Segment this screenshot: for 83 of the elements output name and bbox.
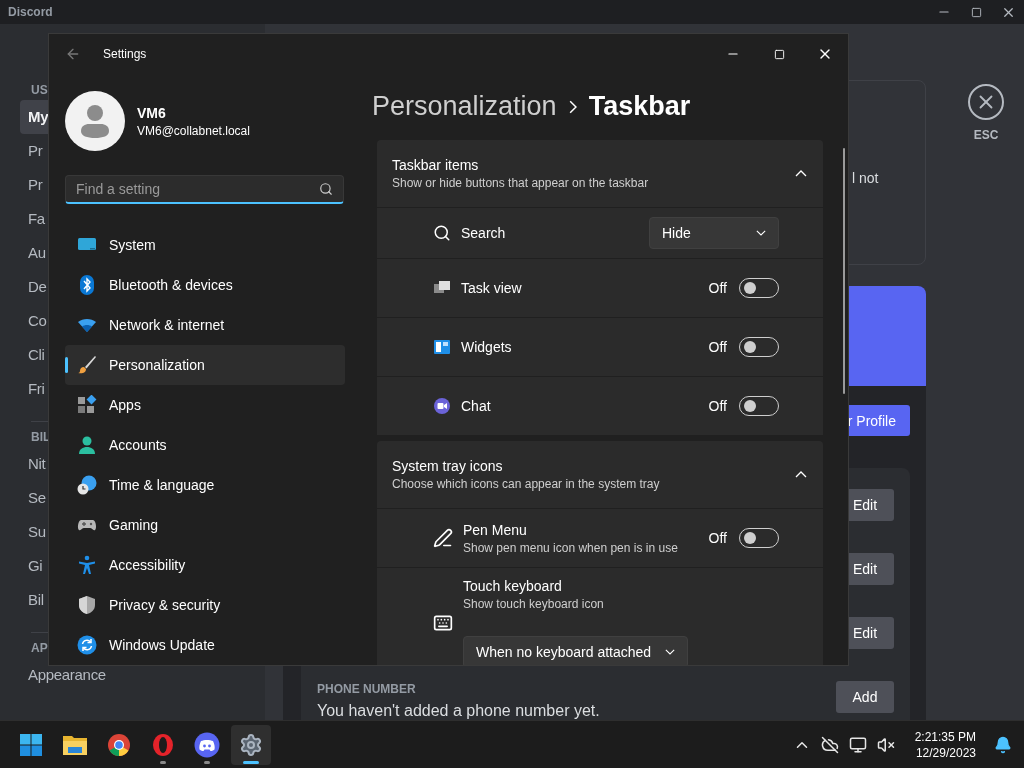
avatar xyxy=(65,91,125,151)
chevron-up-icon xyxy=(795,471,807,478)
search-input[interactable]: Find a setting xyxy=(76,181,319,197)
dropdown[interactable]: When no keyboard attached xyxy=(463,636,688,665)
search-field[interactable]: Find a setting xyxy=(65,175,344,204)
section-header: US xyxy=(30,82,48,99)
bluetooth-icon xyxy=(77,275,97,295)
shield-icon xyxy=(77,595,97,615)
section-subtitle: Choose which icons can appear in the system tray xyxy=(392,477,660,491)
taskbar-button[interactable] xyxy=(231,724,271,765)
cloud-off-icon[interactable] xyxy=(820,735,839,754)
search-icon xyxy=(433,224,451,242)
nav-item[interactable]: Time & language xyxy=(65,465,345,505)
notice-text: l not xyxy=(852,170,879,186)
page-title: Taskbar xyxy=(588,91,691,122)
field-value: You haven't added a phone number yet. xyxy=(317,702,600,720)
chevron-down-icon xyxy=(665,649,675,655)
chevron-up-icon xyxy=(795,170,807,177)
section-subtitle: Show or hide buttons that appear on the taskbar xyxy=(392,176,649,190)
accessibility-figure-icon xyxy=(77,555,97,575)
ring-o-icon xyxy=(151,732,175,757)
clock[interactable]: 2:21:35 PM 12/29/2023 xyxy=(914,728,976,761)
browser-circle-icon xyxy=(107,732,131,757)
user-name: VM6 xyxy=(137,104,167,121)
setting-label: Pen Menu xyxy=(463,521,528,538)
setting-description: Show pen menu icon when pen is in use xyxy=(463,540,678,555)
section-header: AP xyxy=(30,640,48,657)
toggle-status: Off xyxy=(708,398,727,414)
setting-label: Task view xyxy=(461,280,522,296)
game-controller-circle-icon xyxy=(194,731,220,758)
field-label: PHONE NUMBER xyxy=(317,682,417,696)
toggle-status: Off xyxy=(708,339,727,355)
scrollbar[interactable] xyxy=(843,148,845,394)
toggle-status: Off xyxy=(708,530,727,546)
globe-clock-icon xyxy=(77,475,97,495)
setting-label: Touch keyboard xyxy=(463,578,563,594)
nav-item[interactable]: Accounts xyxy=(65,425,345,465)
add-button[interactable]: Add xyxy=(836,681,894,713)
user-email: VM6@collabnet.local xyxy=(137,123,250,138)
nav-item[interactable]: Bluetooth & devices xyxy=(65,265,345,305)
nav-item[interactable]: System xyxy=(65,225,345,265)
breadcrumb-link[interactable]: Personalization xyxy=(372,91,557,122)
dropdown[interactable]: Hide xyxy=(649,217,779,249)
monitor-icon[interactable] xyxy=(848,735,867,754)
section-header[interactable]: System tray icons Choose which icons can appear in the system tray xyxy=(377,441,823,508)
nav-item[interactable]: Gaming xyxy=(65,505,345,545)
sync-icon xyxy=(77,635,97,655)
widgets-icon xyxy=(433,338,451,356)
search-icon xyxy=(319,182,333,196)
section-title: Taskbar items xyxy=(392,157,480,173)
toggle-status: Off xyxy=(708,280,727,296)
chevron-down-icon xyxy=(756,230,766,236)
person-icon xyxy=(77,435,97,455)
keyboard-icon xyxy=(433,613,453,633)
setting-label: Chat xyxy=(461,398,491,414)
nav-item[interactable]: Windows Update xyxy=(65,625,345,665)
maximize-icon xyxy=(773,48,785,60)
section-header: BIL xyxy=(30,429,51,446)
nav-item[interactable]: Accessibility xyxy=(65,545,345,585)
nav-item[interactable]: Apps xyxy=(65,385,345,425)
setting-description: Show touch keyboard icon xyxy=(463,597,605,611)
nav-item[interactable]: Privacy & security xyxy=(65,585,345,625)
section-header[interactable]: Taskbar items Show or hide buttons that appear on the taskbar xyxy=(377,140,823,207)
esc-label: ESC xyxy=(973,128,999,142)
selection-indicator xyxy=(65,357,68,373)
close-button[interactable] xyxy=(968,84,1004,120)
setting-label: Search xyxy=(461,225,506,241)
gear-icon xyxy=(239,732,263,757)
maximize-icon xyxy=(970,6,982,18)
nav-item[interactable]: Network & internet xyxy=(65,305,345,345)
windows-start-icon xyxy=(19,732,43,757)
bell-icon[interactable] xyxy=(994,735,1012,754)
app-title: Discord xyxy=(8,5,53,19)
paintbrush-icon xyxy=(77,355,97,375)
apps-icon xyxy=(77,395,97,415)
chat-icon xyxy=(433,397,451,415)
section-title: System tray icons xyxy=(392,458,504,474)
pen-icon xyxy=(433,528,453,548)
window-title: Settings xyxy=(103,47,147,61)
chevron-right-icon xyxy=(568,99,577,114)
speaker-muted-icon[interactable] xyxy=(876,735,895,754)
setting-label: Widgets xyxy=(461,339,512,355)
nav-item[interactable]: Personalization xyxy=(65,345,345,385)
